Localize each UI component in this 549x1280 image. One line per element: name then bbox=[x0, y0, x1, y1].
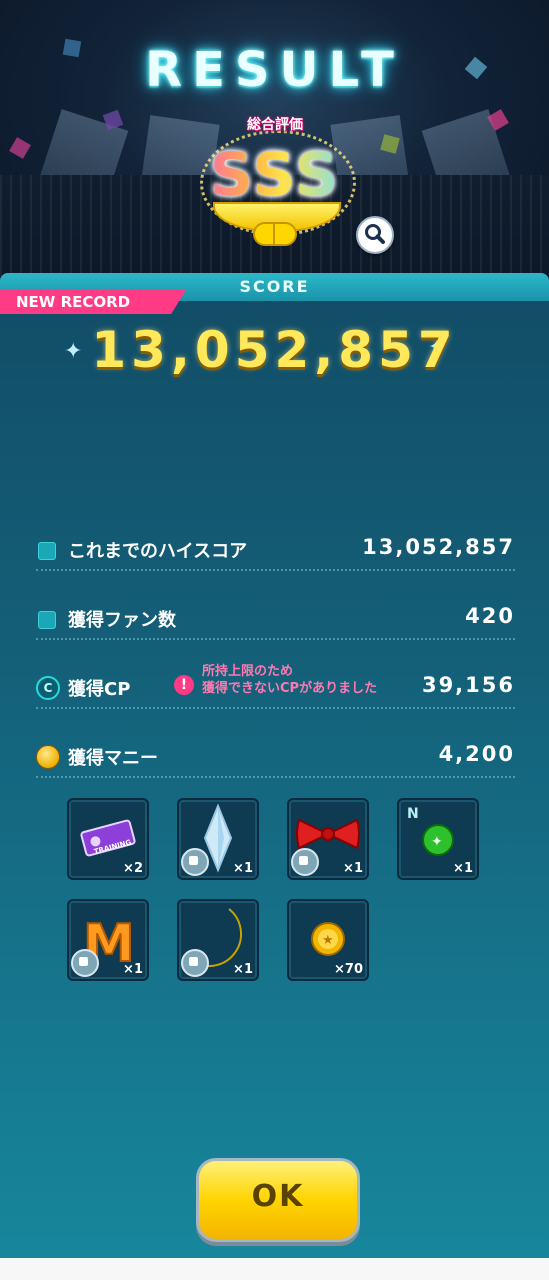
reward-item-green-gem[interactable]: N ✦ ×1 bbox=[397, 798, 479, 880]
warning-line: 獲得できないCPがありました bbox=[202, 681, 378, 696]
reward-qty: ×70 bbox=[334, 962, 363, 977]
stat-label: 獲得ファン数 bbox=[68, 610, 176, 631]
ok-button-label: OK bbox=[251, 1179, 305, 1214]
magnifier-icon bbox=[365, 224, 385, 244]
rank-value: SSS bbox=[195, 140, 355, 210]
score-panel: SCORE NEW RECORD ✦ ✦ 13,052,857 これまでのハイス… bbox=[0, 273, 549, 1258]
stat-value: 4,200 bbox=[438, 742, 515, 766]
reward-qty: ×2 bbox=[123, 861, 143, 876]
item-type-badge-icon bbox=[181, 949, 209, 977]
stat-value: 13,052,857 bbox=[362, 535, 515, 559]
score-value: 13,052,857 bbox=[91, 321, 458, 379]
reward-item-letter-m[interactable]: M ×1 bbox=[67, 899, 149, 981]
reward-item-gold-coin[interactable]: ★ ×70 bbox=[287, 899, 369, 981]
rarity-label: N bbox=[407, 806, 419, 822]
reward-qty: ×1 bbox=[233, 962, 253, 977]
item-type-badge-icon bbox=[71, 949, 99, 977]
stat-row-fans: 獲得ファン数 420 bbox=[36, 604, 515, 640]
stat-value: 420 bbox=[465, 604, 515, 628]
stat-label: これまでのハイスコア bbox=[68, 541, 248, 562]
rank-label: 総合評価 bbox=[247, 117, 303, 133]
stat-row-cp: C 獲得CP ! 所持上限のため 獲得できないCPがありました 39,156 bbox=[36, 664, 515, 709]
square-bullet-icon bbox=[38, 611, 56, 629]
warning-line: 所持上限のため bbox=[202, 664, 294, 679]
cp-warning-text: 所持上限のため 獲得できないCPがありました bbox=[202, 663, 377, 697]
cp-coin-icon: C bbox=[36, 676, 60, 700]
zoom-button[interactable] bbox=[356, 216, 394, 254]
warning-icon: ! bbox=[174, 675, 194, 695]
square-bullet-icon bbox=[38, 542, 56, 560]
reward-qty: ×1 bbox=[343, 861, 363, 876]
item-type-badge-icon bbox=[181, 848, 209, 876]
new-record-badge: NEW RECORD bbox=[0, 290, 186, 314]
stat-row-high-score: これまでのハイスコア 13,052,857 bbox=[36, 535, 515, 571]
reward-qty: ×1 bbox=[123, 962, 143, 977]
reward-item-crystal[interactable]: ×1 bbox=[177, 798, 259, 880]
stage-background: RESULT 総合評価 SSS bbox=[0, 0, 549, 285]
rank-emblem: 総合評価 SSS bbox=[195, 112, 356, 252]
stat-value: 39,156 bbox=[421, 673, 515, 697]
reward-item-red-bow[interactable]: ×1 bbox=[287, 798, 369, 880]
ok-button[interactable]: OK bbox=[196, 1158, 360, 1242]
system-bottom-bar bbox=[0, 1258, 549, 1280]
stat-row-money: 獲得マニー 4,200 bbox=[36, 742, 515, 778]
reward-qty: ×1 bbox=[233, 861, 253, 876]
stat-label: 獲得CP bbox=[68, 679, 131, 700]
result-title: RESULT bbox=[145, 42, 404, 98]
svg-text:✦: ✦ bbox=[431, 834, 443, 850]
reward-qty: ×1 bbox=[453, 861, 473, 876]
reward-item-training-ticket[interactable]: TRAINING ×2 bbox=[67, 798, 149, 880]
reward-item-crescent-moon[interactable]: ×1 bbox=[177, 899, 259, 981]
svg-text:★: ★ bbox=[322, 933, 334, 948]
confetti bbox=[9, 137, 31, 159]
item-type-badge-icon bbox=[291, 848, 319, 876]
bow-icon bbox=[253, 220, 297, 246]
money-coin-icon bbox=[36, 745, 60, 769]
stat-label: 獲得マニー bbox=[68, 748, 158, 769]
